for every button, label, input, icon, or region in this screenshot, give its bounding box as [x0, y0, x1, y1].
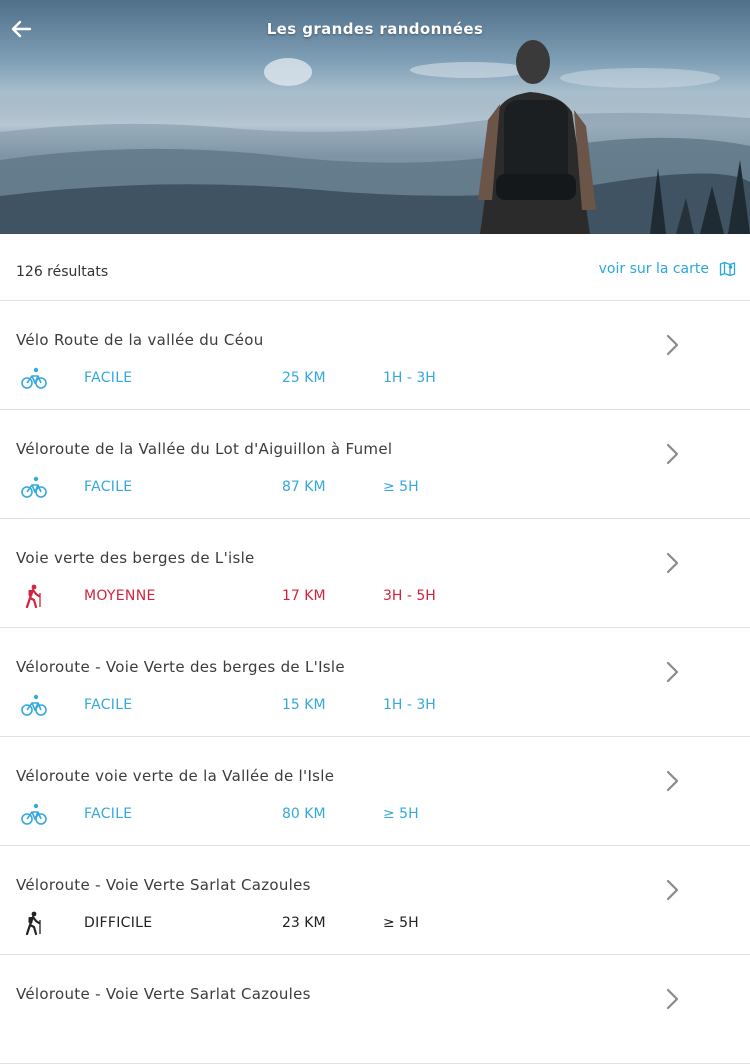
- top-bar: Les grandes randonnées: [0, 0, 750, 62]
- route-item[interactable]: Vélo Route de la vallée du Céou FACILE 25 …: [0, 301, 750, 410]
- route-duration: 3H - 5H: [383, 588, 436, 604]
- chevron-right-icon: [664, 769, 682, 793]
- bicycle-icon: [20, 802, 48, 826]
- route-duration: ≥ 5H: [383, 915, 419, 931]
- route-list: Vélo Route de la vallée du Céou FACILE 25 …: [0, 301, 750, 1064]
- route-title: Véloroute - Voie Verte Sarlat Cazoules: [16, 876, 311, 894]
- route-duration: 1H - 3H: [383, 370, 436, 386]
- hiker-icon: [20, 911, 48, 936]
- chevron-right-icon: [664, 987, 682, 1011]
- chevron-right-icon: [664, 660, 682, 684]
- route-difficulty: FACILE: [84, 697, 133, 713]
- route-distance: 23 KM: [282, 915, 326, 931]
- bicycle-icon: [20, 366, 48, 390]
- route-distance: 17 KM: [282, 588, 326, 604]
- route-item[interactable]: Véloroute - Voie Verte Sarlat Cazoules DI…: [0, 846, 750, 955]
- hiker-icon: [20, 584, 48, 609]
- route-item[interactable]: Véloroute - Voie Verte des berges de L'I…: [0, 628, 750, 737]
- route-item[interactable]: Voie verte des berges de L'isle MOYENNE 17…: [0, 519, 750, 628]
- route-item[interactable]: Véloroute de la Vallée du Lot d'Aiguillo…: [0, 410, 750, 519]
- route-difficulty: FACILE: [84, 370, 133, 386]
- route-title: Véloroute voie verte de la Vallée de l'I…: [16, 767, 335, 785]
- bicycle-icon: [20, 693, 48, 717]
- route-distance: 25 KM: [282, 370, 326, 386]
- chevron-right-icon: [664, 551, 682, 575]
- route-distance: 87 KM: [282, 479, 326, 495]
- route-difficulty: FACILE: [84, 479, 133, 495]
- route-duration: ≥ 5H: [383, 806, 419, 822]
- view-on-map-label: voir sur la carte: [598, 260, 709, 277]
- route-title: Voie verte des berges de L'isle: [16, 549, 255, 567]
- route-difficulty: DIFFICILE: [84, 915, 153, 931]
- view-on-map-link[interactable]: voir sur la carte: [599, 260, 736, 277]
- page-title: Les grandes randonnées: [266, 20, 484, 38]
- results-count: 126 résultats: [16, 264, 109, 280]
- chevron-right-icon: [664, 333, 682, 357]
- results-header: 126 résultats voir sur la carte: [0, 234, 750, 301]
- route-duration: ≥ 5H: [383, 479, 419, 495]
- route-title: Véloroute de la Vallée du Lot d'Aiguillo…: [16, 440, 393, 458]
- route-title: Vélo Route de la vallée du Céou: [16, 331, 264, 349]
- hero-banner: Les grandes randonnées: [0, 0, 750, 234]
- route-distance: 15 KM: [282, 697, 326, 713]
- chevron-right-icon: [664, 878, 682, 902]
- route-item[interactable]: Véloroute voie verte de la Vallée de l'I…: [0, 737, 750, 846]
- route-title: Véloroute - Voie Verte des berges de L'I…: [16, 658, 345, 676]
- bicycle-icon: [20, 475, 48, 499]
- route-difficulty: MOYENNE: [84, 588, 156, 604]
- map-icon: [719, 261, 736, 277]
- route-difficulty: FACILE: [84, 806, 133, 822]
- route-title: Véloroute - Voie Verte Sarlat Cazoules: [16, 985, 311, 1003]
- route-duration: 1H - 3H: [383, 697, 436, 713]
- chevron-right-icon: [664, 442, 682, 466]
- route-distance: 80 KM: [282, 806, 326, 822]
- route-item[interactable]: Véloroute - Voie Verte Sarlat Cazoules: [0, 955, 750, 1064]
